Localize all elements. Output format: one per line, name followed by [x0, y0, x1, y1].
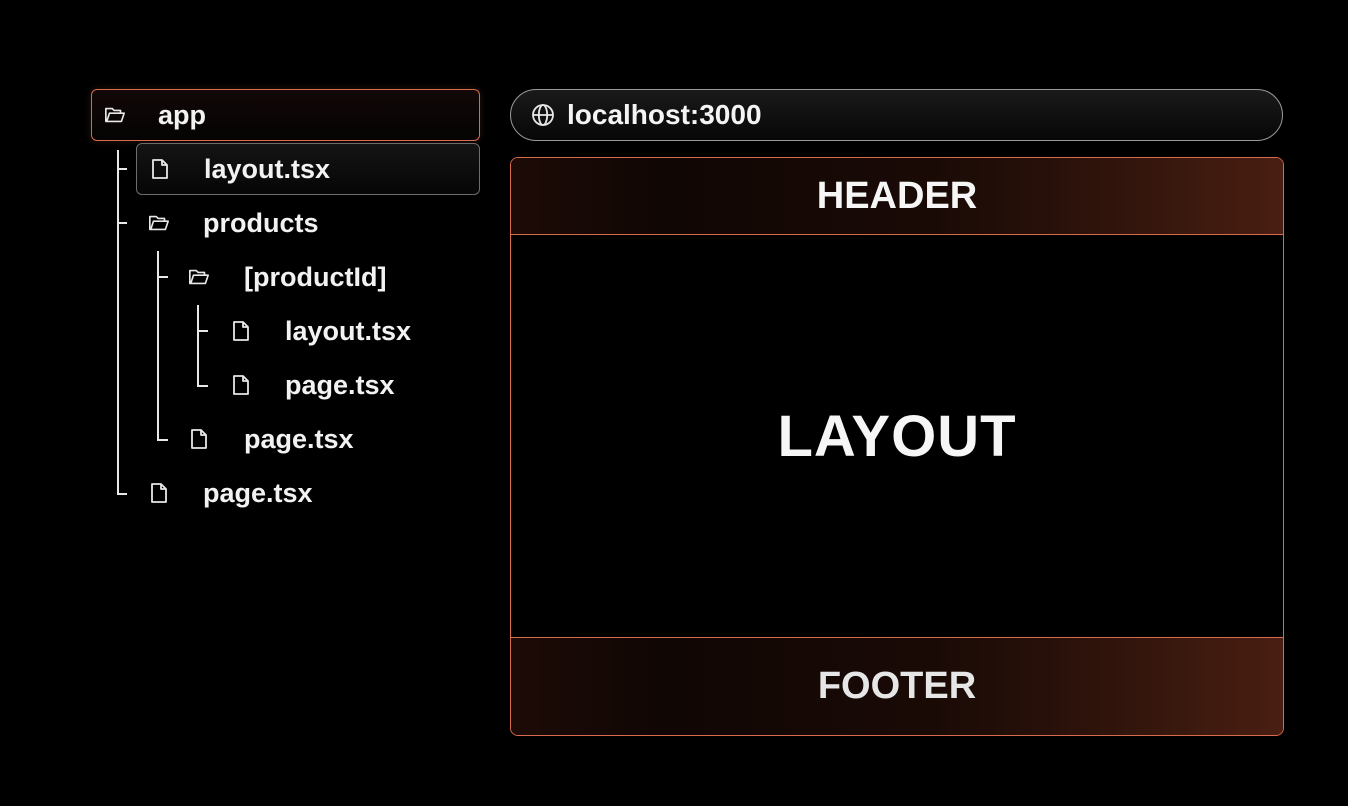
layout-label: LAYOUT: [777, 403, 1017, 469]
file-icon: [230, 320, 252, 342]
page-preview: HEADER LAYOUT FOOTER: [510, 157, 1284, 736]
tree-item-productid[interactable]: [productId]: [176, 251, 480, 303]
tree-item-layout-tsx[interactable]: layout.tsx: [136, 143, 480, 195]
tree-item-app-page-tsx[interactable]: page.tsx: [136, 467, 480, 519]
folder-open-icon: [104, 104, 126, 126]
folder-open-icon: [148, 212, 170, 234]
tree-item-label: products: [203, 207, 319, 238]
address-url: localhost:3000: [567, 99, 762, 130]
header-label: HEADER: [816, 174, 978, 217]
file-icon: [188, 428, 210, 450]
file-icon: [230, 374, 252, 396]
tree-item-label: page.tsx: [244, 423, 354, 454]
tree-item-label: page.tsx: [203, 477, 313, 508]
folder-open-icon: [188, 266, 210, 288]
tree-item-app[interactable]: app: [91, 89, 480, 141]
file-tree: app layout.tsx products [productId] layo…: [0, 0, 500, 560]
tree-item-label: app: [158, 99, 207, 130]
layout-body: LAYOUT: [511, 236, 1283, 636]
file-icon: [148, 482, 170, 504]
file-icon: [149, 158, 171, 180]
layout-footer: FOOTER: [511, 637, 1283, 735]
tree-item-label: [productId]: [244, 261, 387, 292]
tree-item-products-page-tsx[interactable]: page.tsx: [176, 413, 480, 465]
tree-item-label: layout.tsx: [285, 315, 412, 346]
tree-item-productid-page-tsx[interactable]: page.tsx: [218, 359, 480, 411]
tree-item-productid-layout-tsx[interactable]: layout.tsx: [218, 305, 480, 357]
tree-item-label: page.tsx: [285, 369, 395, 400]
address-bar[interactable]: localhost:3000: [510, 89, 1283, 141]
layout-header: HEADER: [511, 158, 1283, 235]
tree-item-products[interactable]: products: [136, 197, 480, 249]
tree-item-label: layout.tsx: [204, 153, 331, 184]
footer-label: FOOTER: [817, 665, 977, 707]
globe-icon: [531, 103, 555, 127]
